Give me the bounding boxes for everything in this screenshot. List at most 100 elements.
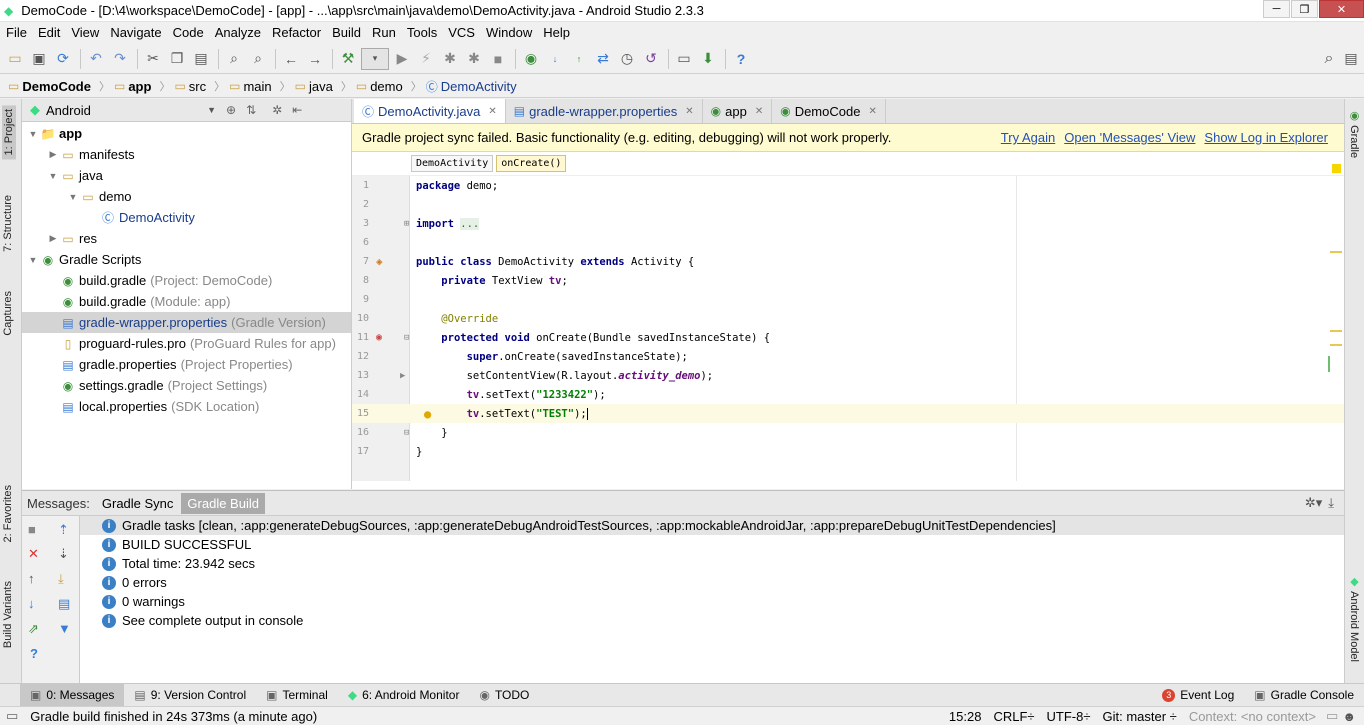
tab-gradle-sync[interactable]: Gradle Sync bbox=[96, 493, 180, 514]
editor-tab[interactable]: ◉ DemoCode ✕ bbox=[772, 99, 886, 123]
forward-icon[interactable]: → bbox=[304, 48, 326, 70]
sdk-manager-icon[interactable]: ⬇ bbox=[697, 48, 719, 70]
close-button[interactable]: ✕ bbox=[1319, 0, 1364, 18]
message-row[interactable]: i Gradle tasks [clean, :app:generateDebug… bbox=[80, 516, 1344, 535]
menu-code[interactable]: Code bbox=[167, 25, 209, 40]
cut-icon[interactable]: ✂ bbox=[142, 48, 164, 70]
expand-arrow-icon[interactable]: ▶ bbox=[46, 233, 60, 244]
breadcrumb-app[interactable]: ▭ app bbox=[114, 79, 151, 94]
run-icon[interactable]: ▶ bbox=[391, 48, 413, 70]
vcs-commit-icon[interactable]: ↑ bbox=[568, 48, 590, 70]
tool-window-gradle-console[interactable]: ▣ Gradle Console bbox=[1244, 684, 1364, 706]
tree-item[interactable]: ◉ build.gradle (Module: app) bbox=[22, 291, 351, 312]
breadcrumb-src[interactable]: ▭ src bbox=[174, 79, 206, 94]
editor-tab[interactable]: ◉ app ✕ bbox=[702, 99, 773, 123]
expand-arrow-icon[interactable]: ▼ bbox=[66, 192, 80, 202]
replace-icon[interactable]: ⌕ bbox=[247, 48, 269, 70]
breadcrumb-demo[interactable]: ▭ demo bbox=[356, 79, 403, 94]
tool-tab-favorites[interactable]: 2: Favorites bbox=[2, 485, 14, 542]
menu-tools[interactable]: Tools bbox=[401, 25, 442, 40]
rerun-icon[interactable]: ■ bbox=[28, 522, 36, 537]
tree-item[interactable]: ▼ ▭ demo bbox=[22, 186, 351, 207]
run-gutter-icon[interactable]: ▶ bbox=[400, 371, 405, 381]
file-encoding[interactable]: UTF-8÷ bbox=[1041, 709, 1097, 724]
menu-vcs[interactable]: VCS bbox=[442, 25, 480, 40]
tool-window-9-version-control[interactable]: ▤ 9: Version Control bbox=[124, 684, 256, 706]
scroll-from-source-icon[interactable]: ⊕ bbox=[226, 103, 236, 117]
redo-icon[interactable]: ↷ bbox=[109, 48, 131, 70]
attach-debugger-icon[interactable]: ✱ bbox=[463, 48, 485, 70]
menu-edit[interactable]: Edit bbox=[32, 25, 65, 40]
hide-panel-icon[interactable]: ⇤ bbox=[292, 103, 302, 117]
tab-gradle-build[interactable]: Gradle Build bbox=[181, 492, 265, 514]
menu-refactor[interactable]: Refactor bbox=[266, 25, 326, 40]
menu-help[interactable]: Help bbox=[537, 25, 575, 40]
paste-icon[interactable]: ▤ bbox=[190, 48, 212, 70]
breadcrumb-democode[interactable]: ▭ DemoCode bbox=[8, 79, 91, 94]
close-tab-icon[interactable]: ✕ bbox=[488, 106, 496, 117]
maximize-button[interactable]: ❐ bbox=[1291, 0, 1318, 18]
vcs-compare-icon[interactable]: ⇄ bbox=[592, 48, 614, 70]
help-icon[interactable]: ? bbox=[30, 646, 38, 661]
export-icon[interactable]: ⤓ bbox=[58, 571, 64, 587]
code-crumb-class[interactable]: DemoActivity bbox=[411, 155, 494, 172]
tool-window-event-log[interactable]: 3 Event Log bbox=[1152, 684, 1244, 706]
breadcrumb-java[interactable]: ▭ java bbox=[295, 79, 333, 94]
tree-item[interactable]: ▯ proguard-rules.pro (ProGuard Rules for a… bbox=[22, 333, 351, 354]
tree-item[interactable]: Ⓒ DemoActivity bbox=[22, 207, 351, 228]
code-crumb-method[interactable]: onCreate() bbox=[496, 155, 567, 172]
tool-window-terminal[interactable]: ▣ Terminal bbox=[256, 684, 338, 706]
code-editor[interactable]: 1 package demo; 2 3 ⊞ import ... 6 7 ◈ p… bbox=[352, 164, 1344, 481]
menu-analyze[interactable]: Analyze bbox=[209, 25, 266, 40]
caret-position[interactable]: 15:28 bbox=[943, 709, 988, 724]
git-branch[interactable]: Git: master ÷ bbox=[1097, 709, 1183, 724]
tool-tab-structure[interactable]: 7: Structure bbox=[2, 195, 14, 252]
message-row[interactable]: i See complete output in console bbox=[80, 611, 1344, 630]
message-row[interactable]: i Total time: 23.942 secs bbox=[80, 554, 1344, 573]
search-everywhere-icon[interactable]: ⌕ bbox=[1318, 48, 1340, 70]
try-again-link[interactable]: Try Again bbox=[1001, 130, 1055, 145]
apply-changes-icon[interactable]: ⚡ bbox=[415, 48, 437, 70]
message-row[interactable]: i BUILD SUCCESSFUL bbox=[80, 535, 1344, 554]
tree-item[interactable]: ▼ 📁 app bbox=[22, 123, 351, 144]
line-separator[interactable]: CRLF÷ bbox=[987, 709, 1040, 724]
gradle-sync-icon[interactable]: ◉ bbox=[520, 48, 542, 70]
breadcrumb-demoactivity[interactable]: Ⓒ DemoActivity bbox=[426, 78, 517, 95]
avd-manager-icon[interactable]: ▭ bbox=[673, 48, 695, 70]
stop-icon[interactable]: ■ bbox=[487, 48, 509, 70]
make-project-icon[interactable]: ⚒ bbox=[337, 48, 359, 70]
back-icon[interactable]: ← bbox=[280, 48, 302, 70]
collapse-all-icon[interactable]: ⇅ bbox=[246, 103, 256, 117]
tree-item[interactable]: ▶ ▭ manifests bbox=[22, 144, 351, 165]
tree-item[interactable]: ▤ gradle.properties (Project Properties) bbox=[22, 354, 351, 375]
menu-build[interactable]: Build bbox=[326, 25, 366, 40]
vcs-update-icon[interactable]: ↓ bbox=[544, 48, 566, 70]
vcs-history-icon[interactable]: ◷ bbox=[616, 48, 638, 70]
run-config-dropdown[interactable]: ▾ bbox=[361, 47, 389, 70]
copy-icon[interactable]: ❐ bbox=[166, 48, 188, 70]
open-messages-link[interactable]: Open 'Messages' View bbox=[1064, 130, 1195, 145]
menu-navigate[interactable]: Navigate bbox=[104, 25, 166, 40]
menu-run[interactable]: Run bbox=[366, 25, 401, 40]
menu-window[interactable]: Window bbox=[480, 25, 537, 40]
inspector-icon[interactable]: ☻ bbox=[1342, 709, 1356, 724]
find-icon[interactable]: ⌕ bbox=[223, 48, 245, 70]
filter-icon[interactable]: ▼ bbox=[58, 621, 71, 636]
message-row[interactable]: i0 errors bbox=[80, 573, 1344, 592]
tool-window-todo[interactable]: ◉ TODO bbox=[469, 684, 539, 706]
expand-arrow-icon[interactable]: ▼ bbox=[46, 171, 60, 181]
tree-item[interactable]: ▶ ▭ res bbox=[22, 228, 351, 249]
expand-all-icon[interactable]: ⇡ bbox=[58, 522, 69, 538]
open-editor-icon[interactable]: ⇗ bbox=[28, 621, 39, 637]
gear-icon[interactable]: ✲ bbox=[272, 103, 282, 117]
open-icon[interactable]: ▭ bbox=[4, 48, 26, 70]
gear-icon[interactable]: ✲▾ bbox=[1305, 495, 1322, 511]
fold-collapse-icon[interactable]: ⊟ bbox=[404, 333, 409, 343]
close-tab-icon[interactable]: ✕ bbox=[685, 106, 693, 117]
show-info-icon[interactable]: ▤ bbox=[58, 596, 70, 612]
expand-arrow-icon[interactable]: ▼ bbox=[26, 255, 40, 265]
tree-item[interactable]: ▤ gradle-wrapper.properties (Gradle Versio… bbox=[22, 312, 351, 333]
status-panel-icon[interactable]: ▭ bbox=[6, 708, 18, 724]
save-icon[interactable]: ▣ bbox=[28, 48, 50, 70]
tree-item[interactable]: ◉ build.gradle (Project: DemoCode) bbox=[22, 270, 351, 291]
